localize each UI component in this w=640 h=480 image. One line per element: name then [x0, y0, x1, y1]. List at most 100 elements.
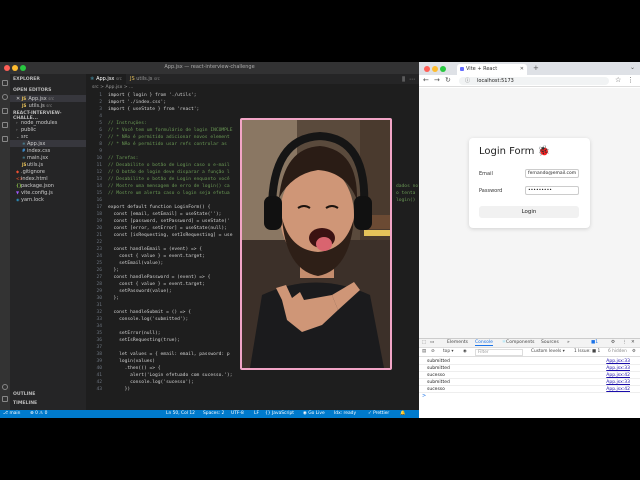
device-toggle-icon[interactable]: ▭	[430, 340, 434, 345]
log-source-link[interactable]: App.jsx:33	[606, 379, 630, 386]
inspect-icon[interactable]: ⬚	[422, 340, 426, 345]
log-source-link[interactable]: App.jsx:42	[606, 386, 630, 393]
code-line[interactable]: import { useState } from 'react';	[108, 106, 199, 113]
log-levels-select[interactable]: Custom levels ▾	[531, 349, 565, 354]
close-tab-icon[interactable]: ✕	[520, 64, 524, 75]
problems-indicator[interactable]: ⊗ 0 ⚠ 0	[30, 410, 47, 418]
code-line[interactable]: // Mostre um alerta caso o login seja ef…	[108, 190, 230, 197]
code-line[interactable]: .then(() => {	[108, 365, 161, 372]
tree-item-folder[interactable]: › public	[10, 126, 86, 133]
tree-item-file[interactable]: ◆ .gitignore	[10, 168, 86, 175]
reload-icon[interactable]: ↻	[445, 76, 451, 84]
gear-icon[interactable]	[2, 396, 8, 402]
tree-item-file[interactable]: ⚛main.jsx	[10, 154, 86, 161]
forward-icon[interactable]: →	[434, 76, 440, 84]
more-tabs-icon[interactable]: »	[567, 340, 570, 345]
breadcrumb[interactable]: src > App.jsx > ...	[92, 85, 133, 90]
code-line[interactable]: setPassword(value);	[108, 288, 172, 295]
tab-components[interactable]: ⚛Components	[502, 340, 535, 345]
code-line[interactable]: let values = { email: email, password: p	[108, 351, 230, 358]
menu-icon[interactable]: ⋮	[627, 76, 634, 84]
files-icon[interactable]	[2, 80, 8, 86]
timeline-header[interactable]: TIMELINE	[13, 401, 37, 406]
code-line[interactable]: setEmail(value);	[108, 260, 163, 267]
code-line[interactable]: import './index.css';	[108, 99, 166, 106]
console-prompt[interactable]: >	[422, 393, 426, 399]
tree-item-file[interactable]: <>index.html	[10, 175, 86, 182]
indentation[interactable]: Spaces: 2	[203, 410, 224, 418]
bell-icon[interactable]: 🔔	[400, 410, 405, 418]
address-bar[interactable]: ⓘ localhost:5173	[459, 77, 609, 85]
code-line[interactable]: export default function LoginForm() {	[108, 204, 210, 211]
code-line[interactable]: // Desabilite o botão de Login caso o e-…	[108, 162, 230, 169]
log-source-link[interactable]: App.jsx:33	[606, 365, 630, 372]
clear-console-icon[interactable]: ⊘	[431, 349, 435, 354]
more-options-icon[interactable]: ⋮	[622, 340, 627, 345]
code-line[interactable]: // O botão de login deve disparar a funç…	[108, 169, 230, 176]
code-line[interactable]: const { value } = event.target;	[108, 253, 205, 260]
tree-item-file[interactable]: ▼ vite.config.js	[10, 189, 86, 196]
log-source-link[interactable]: App.jsx:42	[606, 372, 630, 379]
tree-item-file[interactable]: # index.css	[10, 147, 86, 154]
eye-icon[interactable]: ◉	[463, 349, 467, 354]
branch-indicator[interactable]: ⎇ main	[3, 410, 20, 418]
run-debug-icon[interactable]	[2, 122, 8, 128]
more-actions-icon[interactable]: ⋯	[409, 76, 415, 83]
code-line[interactable]: const handleEmail = (event) => {	[108, 246, 203, 253]
tab-console[interactable]: Console	[475, 340, 493, 346]
tree-item-file[interactable]: ⚛App.jsx	[10, 140, 86, 147]
split-editor-icon[interactable]: ⫼	[402, 76, 405, 84]
issues-count[interactable]: 1 Issue: ■ 1	[574, 349, 600, 354]
code-line[interactable]: // * Você tem um formulário de login INC…	[108, 127, 232, 134]
tree-item-file[interactable]: ◉ yarn.lock	[10, 196, 86, 203]
close-window-button[interactable]	[424, 66, 430, 72]
code-line[interactable]: // Desabilite o botão de Login enquanto …	[108, 176, 230, 183]
tree-item-folder[interactable]: ⌄ src	[10, 133, 86, 140]
code-line[interactable]: const [error, setError] = useState(null)…	[108, 225, 227, 232]
gear-icon[interactable]: ⚙	[632, 349, 636, 354]
open-editor-item[interactable]: ✕ JS App.jsx src	[10, 95, 86, 102]
tree-item-file[interactable]: JSutils.js	[10, 161, 86, 168]
email-field[interactable]: fernando@email.com	[525, 169, 579, 178]
line-endings[interactable]: LF	[254, 410, 259, 418]
code-line[interactable]: const handlePassword = (event) => {	[108, 274, 211, 281]
code-line[interactable]: setIsRequesting(true);	[108, 337, 180, 344]
code-line[interactable]: alert('Login efetuado com sucesso.');	[108, 372, 232, 379]
close-icon[interactable]: ✕	[631, 340, 635, 345]
new-tab-button[interactable]: +	[533, 64, 539, 72]
chevron-down-icon[interactable]: ⌄	[630, 64, 635, 71]
tab-app-jsx[interactable]: ⚛ App.jsx src	[86, 74, 126, 84]
cursor-position[interactable]: Ln 50, Col 12	[166, 410, 195, 418]
open-editor-item[interactable]: JS utils.js src	[10, 102, 86, 109]
code-line[interactable]: })	[108, 386, 131, 393]
sidebar-toggle-icon[interactable]: ▤	[422, 349, 426, 354]
password-field[interactable]: •••••••••	[525, 186, 579, 195]
code-line[interactable]: // Instruções:	[108, 120, 147, 127]
browser-tab[interactable]: Vite + React ✕	[457, 64, 527, 75]
language-mode[interactable]: {} JavaScript	[265, 410, 294, 418]
code-line[interactable]: // Mostre uma mensagem de erro de login(…	[108, 183, 230, 190]
tree-item-file[interactable]: {}package.json	[10, 182, 86, 189]
open-editors-header[interactable]: OPEN EDITORS	[13, 88, 51, 93]
code-line[interactable]: import { login } from './utils';	[108, 92, 197, 99]
info-icon[interactable]: ⓘ	[465, 77, 470, 85]
minimize-window-button[interactable]	[432, 66, 438, 72]
console-filter-input[interactable]: Filter	[475, 349, 523, 356]
code-line[interactable]: const [email, setEmail] = useState('');	[108, 211, 222, 218]
source-control-icon[interactable]	[2, 108, 8, 114]
issues-badge-icon[interactable]: ■1	[591, 340, 598, 345]
go-live-button[interactable]: ◉ Go Live	[303, 410, 325, 418]
prettier-status[interactable]: ✓ Prettier	[368, 410, 389, 418]
tree-item-folder[interactable]: › node_modules	[10, 119, 86, 126]
search-icon[interactable]	[2, 94, 8, 100]
code-line[interactable]: // * NÃo é permitido adicionar novos ele…	[108, 134, 230, 141]
code-line[interactable]: };	[108, 295, 120, 302]
code-line[interactable]: const handleSubmit = () => {	[108, 309, 191, 316]
tab-elements[interactable]: Elements	[447, 340, 468, 345]
gear-icon[interactable]: ⚙	[611, 340, 615, 345]
code-line[interactable]: console.log('submitted');	[108, 316, 188, 323]
log-source-link[interactable]: App.jsx:33	[606, 358, 630, 365]
code-line[interactable]: setError(null);	[108, 330, 161, 337]
code-line[interactable]: const [isRequesting, setIsRequesting] = …	[108, 232, 233, 239]
code-line[interactable]: console.log('sucesso');	[108, 379, 194, 386]
